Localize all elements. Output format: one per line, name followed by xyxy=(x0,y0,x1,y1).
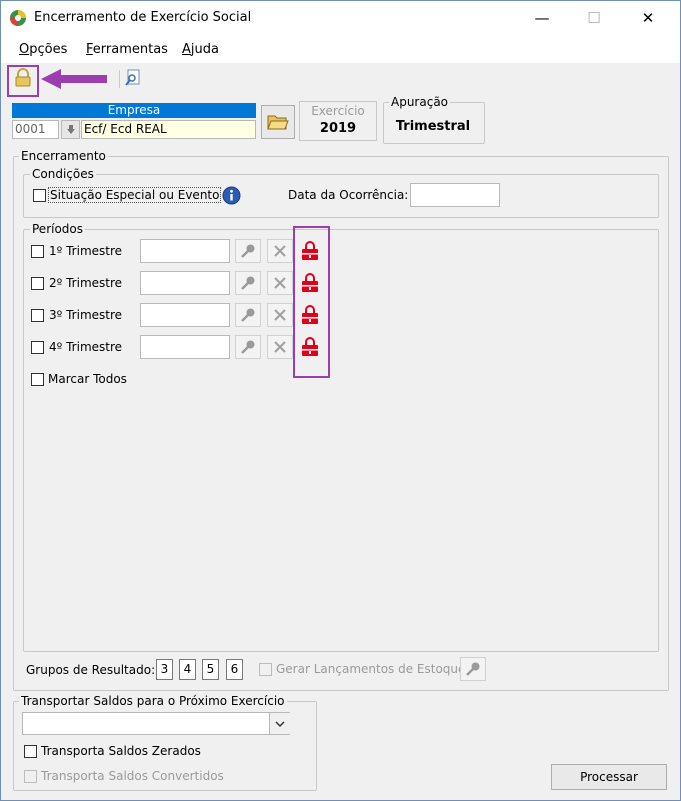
transportar-select[interactable] xyxy=(22,712,290,735)
empresa-name-field: Ecf/ Ecd REAL xyxy=(81,120,256,139)
empresa-header: Empresa xyxy=(12,103,256,118)
close-x-icon xyxy=(274,245,286,257)
title-bar: Encerramento de Exercício Social — ☐ ✕ xyxy=(1,1,680,35)
toolbar-separator xyxy=(119,70,120,88)
key-icon xyxy=(466,662,480,676)
trimestre-2-key-button[interactable] xyxy=(235,271,261,295)
info-icon[interactable] xyxy=(222,186,241,205)
trimestre-4-clear-button[interactable] xyxy=(267,335,293,359)
gerar-estoque-checkbox[interactable] xyxy=(259,663,272,676)
trimestre-4-input[interactable] xyxy=(140,335,230,359)
key-icon xyxy=(241,244,255,258)
periodos-label: Períodos xyxy=(30,222,86,236)
gerar-estoque-label: Gerar Lançamentos de Estoque xyxy=(276,662,466,676)
processar-button[interactable]: Processar xyxy=(551,764,667,790)
saldos-zerados-checkbox[interactable] xyxy=(24,745,37,758)
saldos-convertidos-checkbox[interactable] xyxy=(24,770,37,783)
trimestre-3-key-button[interactable] xyxy=(235,303,261,327)
grupo-3[interactable]: 3 xyxy=(156,659,173,680)
exercicio-value: 2019 xyxy=(319,121,357,136)
grupo-5[interactable]: 5 xyxy=(202,659,219,680)
marcar-todos-label: Marcar Todos xyxy=(48,372,127,386)
close-x-icon xyxy=(274,341,286,353)
menu-ajuda[interactable]: Ajuda xyxy=(182,42,219,57)
arrow-left-icon xyxy=(41,69,107,89)
close-icon: ✕ xyxy=(641,9,655,27)
key-icon xyxy=(241,308,255,322)
toolbar xyxy=(1,63,680,95)
key-icon xyxy=(241,340,255,354)
marcar-todos-checkbox[interactable] xyxy=(31,373,44,386)
close-x-icon xyxy=(274,309,286,321)
empresa-lookup-button[interactable] xyxy=(61,120,80,139)
folder-open-icon xyxy=(267,115,289,130)
menu-opcoes[interactable]: Opções xyxy=(19,42,67,57)
exercicio-box: Exercício 2019 xyxy=(299,101,377,141)
lock-button-highlight xyxy=(7,65,39,97)
minimize-icon: — xyxy=(534,9,550,27)
grupo-4[interactable]: 4 xyxy=(179,659,196,680)
main-window: Encerramento de Exercício Social — ☐ ✕ O… xyxy=(0,0,681,801)
encerramento-label: Encerramento xyxy=(19,149,108,163)
periodos-group xyxy=(23,229,659,652)
menu-bar: Opções Ferramentas Ajuda xyxy=(1,35,680,63)
trimestre-3-checkbox[interactable] xyxy=(31,309,44,322)
minimize-button[interactable]: — xyxy=(519,1,565,35)
menu-ferramentas[interactable]: Ferramentas xyxy=(86,42,168,57)
trimestre-1-checkbox[interactable] xyxy=(31,245,44,258)
trimestre-3-label: 3º Trimestre xyxy=(49,308,123,322)
maximize-button[interactable]: ☐ xyxy=(571,1,617,35)
trimestre-2-input[interactable] xyxy=(140,271,230,295)
transportar-label: Transportar Saldos para o Próximo Exercí… xyxy=(19,694,287,708)
trimestre-1-label: 1º Trimestre xyxy=(49,244,123,258)
apuracao-label: Apuração xyxy=(389,95,451,109)
maximize-icon: ☐ xyxy=(587,9,601,27)
trimestre-4-label: 4º Trimestre xyxy=(49,340,123,354)
data-ocorrencia-label: Data da Ocorrência: xyxy=(288,188,409,202)
close-button[interactable]: ✕ xyxy=(625,1,671,35)
situacao-especial-label[interactable]: Situação Especial ou Evento xyxy=(47,187,222,203)
condicoes-label: Condições xyxy=(30,167,96,181)
saldos-convertidos-label: Transporta Saldos Convertidos xyxy=(41,769,224,783)
trimestre-2-label: 2º Trimestre xyxy=(49,276,123,290)
trimestre-2-clear-button[interactable] xyxy=(267,271,293,295)
open-folder-button[interactable] xyxy=(261,105,295,139)
grupos-resultado-label: Grupos de Resultado: xyxy=(26,663,156,677)
close-x-icon xyxy=(274,277,286,289)
key-icon xyxy=(241,276,255,290)
lock-column-highlight xyxy=(293,226,330,378)
data-ocorrencia-input[interactable] xyxy=(410,183,500,207)
trimestre-3-clear-button[interactable] xyxy=(267,303,293,327)
trimestre-1-input[interactable] xyxy=(140,239,230,263)
trimestre-3-input[interactable] xyxy=(140,303,230,327)
trimestre-4-checkbox[interactable] xyxy=(31,341,44,354)
situacao-especial-checkbox[interactable] xyxy=(33,189,46,202)
app-logo-icon xyxy=(10,10,26,26)
preview-icon[interactable] xyxy=(125,69,143,87)
exercicio-label: Exercício xyxy=(311,104,365,118)
saldos-zerados-label: Transporta Saldos Zerados xyxy=(41,744,201,758)
trimestre-1-key-button[interactable] xyxy=(235,239,261,263)
trimestre-4-key-button[interactable] xyxy=(235,335,261,359)
chevron-down-icon xyxy=(275,720,285,727)
window-title: Encerramento de Exercício Social xyxy=(34,10,252,25)
apuracao-value: Trimestral xyxy=(395,119,471,134)
gerar-estoque-key-button[interactable] xyxy=(460,657,486,681)
trimestre-1-clear-button[interactable] xyxy=(267,239,293,263)
transportar-dropdown-button[interactable] xyxy=(269,713,290,734)
grupo-6[interactable]: 6 xyxy=(226,659,243,680)
arrow-down-icon xyxy=(66,124,75,134)
trimestre-2-checkbox[interactable] xyxy=(31,277,44,290)
empresa-code-field[interactable]: 0001 xyxy=(12,120,59,139)
